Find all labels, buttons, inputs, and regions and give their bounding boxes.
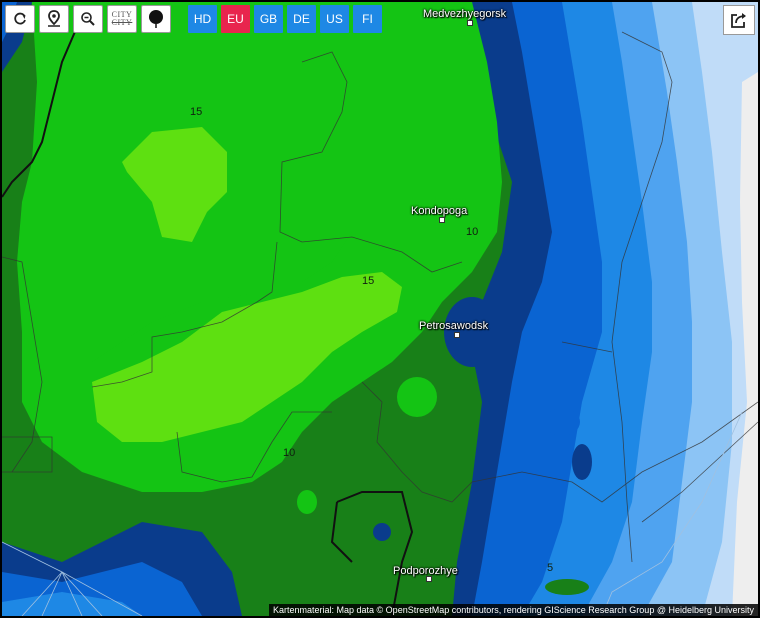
location-button[interactable] bbox=[39, 5, 69, 33]
map-attribution: Kartenmaterial: Map data © OpenStreetMap… bbox=[269, 604, 758, 616]
region-button-eu[interactable]: EU bbox=[221, 5, 250, 33]
precipitation-layer bbox=[2, 2, 758, 616]
city-toggle-label-bottom: CITY bbox=[111, 18, 133, 27]
share-button[interactable] bbox=[723, 5, 755, 35]
region-button-gb[interactable]: GB bbox=[254, 5, 283, 33]
weather-map[interactable]: CITY CITY HD EU GB DE US FI Medvezhyegor… bbox=[2, 2, 758, 616]
share-icon bbox=[731, 13, 746, 28]
city-marker bbox=[454, 332, 460, 338]
city-label-medvezhyegorsk: Medvezhyegorsk bbox=[423, 8, 507, 20]
city-labels-toggle[interactable]: CITY CITY bbox=[107, 5, 137, 33]
marker-button[interactable] bbox=[141, 5, 171, 33]
region-button-de[interactable]: DE bbox=[287, 5, 316, 33]
city-marker bbox=[426, 576, 432, 582]
contour-label: 10 bbox=[466, 226, 479, 238]
contour-label: 15 bbox=[362, 275, 375, 287]
contour-label: 5 bbox=[547, 562, 554, 574]
city-label-petrosawodsk: Petrosawodsk bbox=[419, 320, 489, 332]
contour-label: 10 bbox=[283, 447, 296, 459]
marker-icon bbox=[149, 10, 163, 28]
refresh-icon bbox=[14, 12, 26, 25]
city-marker bbox=[467, 20, 473, 26]
zoom-out-icon bbox=[81, 12, 95, 26]
zoom-out-button[interactable] bbox=[73, 5, 103, 33]
contour-label: 15 bbox=[190, 106, 203, 118]
region-button-us[interactable]: US bbox=[320, 5, 349, 33]
region-button-fi[interactable]: FI bbox=[353, 5, 382, 33]
refresh-button[interactable] bbox=[5, 5, 35, 33]
city-label-kondopoga: Kondopoga bbox=[411, 205, 468, 217]
city-marker bbox=[439, 217, 445, 223]
map-toolbar: CITY CITY bbox=[5, 5, 171, 33]
region-selector: HD EU GB DE US FI bbox=[188, 5, 382, 33]
location-pin-icon bbox=[48, 10, 60, 27]
region-button-hd[interactable]: HD bbox=[188, 5, 217, 33]
